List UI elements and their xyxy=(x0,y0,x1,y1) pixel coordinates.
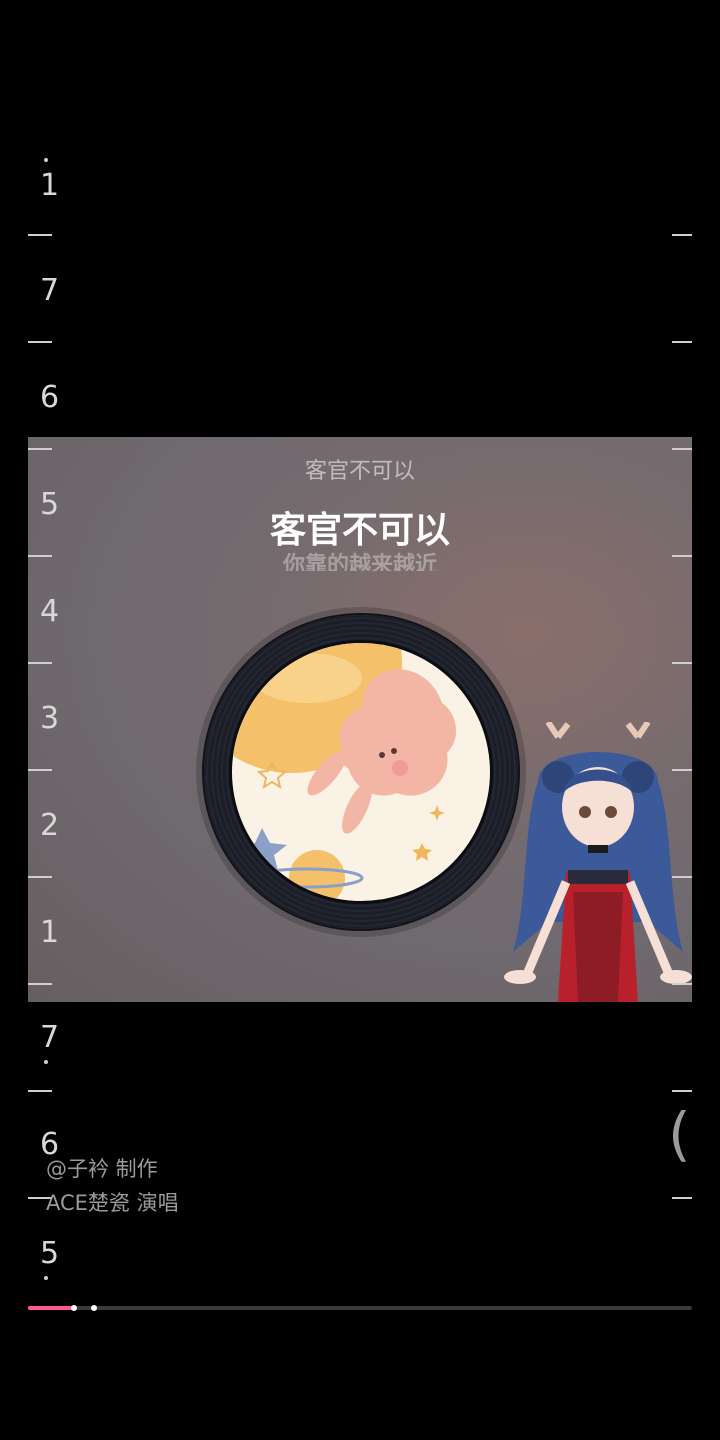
avatar xyxy=(504,722,692,1002)
progress-played xyxy=(28,1306,75,1310)
progress-buffered-marker xyxy=(91,1305,98,1311)
video-credits: @子衿 制作 ACE楚瓷 演唱 xyxy=(46,1152,179,1220)
lyric-previous-line: 客官不可以 xyxy=(304,459,415,484)
video-content[interactable]: 客官不可以 客官不可以 你靠的越来越近 xyxy=(28,437,692,1002)
side-glyph: ( xyxy=(668,1100,691,1168)
lyric-current-line: 客官不可以 xyxy=(269,510,450,551)
progress-handle[interactable] xyxy=(71,1305,78,1311)
vinyl-record xyxy=(196,607,526,937)
producer-credit[interactable]: @子衿 制作 xyxy=(46,1152,179,1186)
album-art xyxy=(232,643,490,901)
vinyl-disc xyxy=(204,615,518,929)
video-player[interactable]: 客官不可以 客官不可以 你靠的越来越近 xyxy=(28,130,692,1310)
progress-bar[interactable] xyxy=(28,1305,692,1311)
singer-credit[interactable]: ACE楚瓷 演唱 xyxy=(46,1186,179,1220)
lyric-next-line: 你靠的越来越近 xyxy=(282,553,437,571)
bunny-planet-illustration xyxy=(232,643,457,901)
